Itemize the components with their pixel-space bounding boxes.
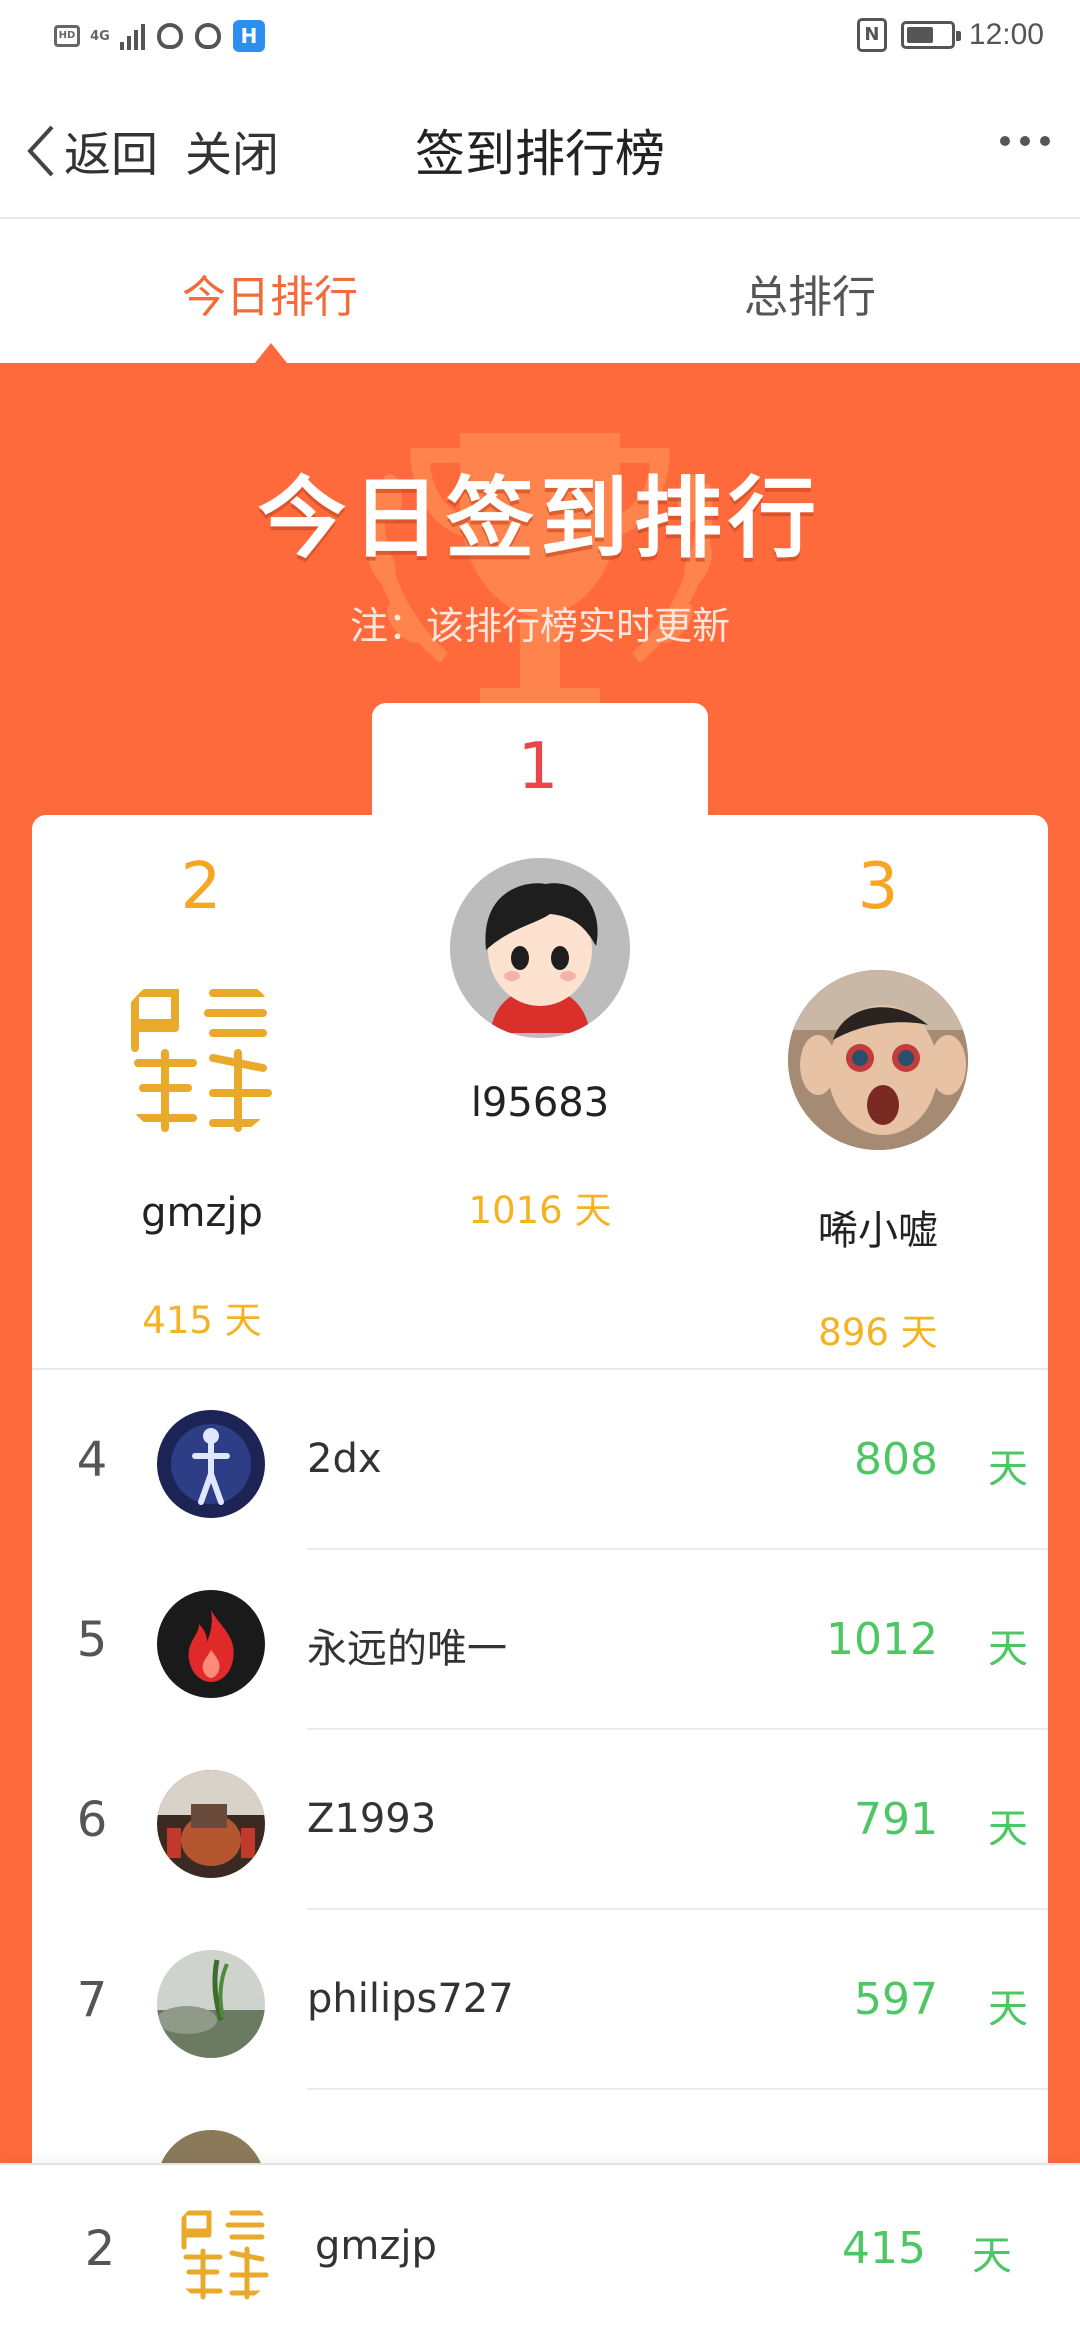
photo-avatar-icon xyxy=(788,970,968,1150)
avatar-rank-2[interactable] xyxy=(113,968,288,1143)
row-days: 808 xyxy=(854,1434,938,1485)
row-avatar[interactable] xyxy=(157,1590,265,1698)
row-days-unit: 天 xyxy=(988,1986,1028,2032)
seal-avatar-icon xyxy=(170,2197,278,2305)
my-days: 415 xyxy=(842,2223,926,2274)
rank-1-number: 1 xyxy=(517,730,559,804)
row-days: 791 xyxy=(854,1794,938,1845)
cartoon-avatar-icon xyxy=(450,858,630,1038)
notification-blue-app-icon: H xyxy=(233,20,265,52)
status-right: N 12:00 xyxy=(856,18,1044,52)
nfc-icon: N xyxy=(856,18,887,52)
row-days: 1012 xyxy=(826,1614,938,1665)
banner-title: 今日签到排行 xyxy=(257,467,822,570)
row-days-unit: 天 xyxy=(988,1446,1028,1492)
seal-avatar-icon xyxy=(113,968,288,1143)
my-rank-bar[interactable]: 2 gmzjp 415 天 xyxy=(0,2163,1080,2340)
row-rank: 4 xyxy=(76,1432,108,1488)
notification-app-icon xyxy=(195,23,221,49)
rank-3-name: 唏小嘘 xyxy=(818,1208,938,1254)
row-name: 2dx xyxy=(307,1436,382,1482)
avatar-rank-1[interactable] xyxy=(450,858,630,1038)
row-days-unit: 天 xyxy=(988,1806,1028,1852)
landscape-avatar-icon xyxy=(157,1950,265,2058)
rank-2-number: 2 xyxy=(180,850,222,924)
row-rank: 6 xyxy=(76,1792,108,1848)
my-rank-number: 2 xyxy=(84,2221,116,2277)
network-type-icon: 4G xyxy=(90,28,110,44)
battery-icon xyxy=(900,21,961,49)
row-rank: 5 xyxy=(76,1612,108,1668)
hd-icon: HD xyxy=(54,25,80,47)
rank-1-days: 1016 天 xyxy=(468,1189,612,1232)
clock: 12:00 xyxy=(968,18,1044,51)
row-days-unit: 天 xyxy=(988,1626,1028,1672)
flame-avatar-icon xyxy=(157,1590,265,1698)
page-title: 签到排行榜 xyxy=(415,125,665,183)
tab-today-ranking[interactable]: 今日排行 xyxy=(0,261,540,325)
tab-total-ranking[interactable]: 总排行 xyxy=(540,261,1080,325)
status-left: HD 4G H xyxy=(54,20,265,52)
row-name: philips727 xyxy=(307,1976,514,2022)
list-item[interactable]: 5 永远的唯一 1012 天 xyxy=(32,1550,1048,1730)
notification-app-icon xyxy=(157,23,183,49)
rank-1-name: l95683 xyxy=(470,1080,610,1126)
my-name: gmzjp xyxy=(315,2223,437,2269)
active-tab-indicator xyxy=(255,343,287,363)
avatar-rank-3[interactable] xyxy=(788,970,968,1150)
status-bar: HD 4G H N 12:00 xyxy=(0,0,1080,74)
row-rank: 7 xyxy=(76,1972,108,2028)
list-item[interactable]: 6 Z1993 791 天 xyxy=(32,1730,1048,1910)
list-item[interactable]: 4 2dx 808 天 xyxy=(32,1370,1048,1550)
rank-3-days: 896 天 xyxy=(818,1311,938,1354)
rank-2-days: 415 天 xyxy=(142,1299,262,1342)
row-avatar[interactable] xyxy=(157,1950,265,2058)
figure-avatar-icon xyxy=(157,1410,265,1518)
my-days-unit: 天 xyxy=(972,2233,1012,2279)
banner-note: 注：该排行榜实时更新 xyxy=(349,604,730,648)
row-days: 597 xyxy=(854,1974,938,2025)
row-name: 永远的唯一 xyxy=(307,1626,507,1672)
rank-2-name: gmzjp xyxy=(141,1190,263,1236)
my-avatar[interactable] xyxy=(170,2197,278,2305)
row-avatar[interactable] xyxy=(157,1770,265,1878)
tab-bar: 今日排行 总排行 xyxy=(0,219,1080,363)
nav-bar: 返回 关闭 签到排行榜 xyxy=(0,74,1080,219)
photo-avatar-icon xyxy=(157,1770,265,1878)
rank-3-number: 3 xyxy=(857,850,899,924)
ranking-list: 4 2dx 808 天 5 永远的唯一 1012 天 6 Z1993 791 天… xyxy=(32,1368,1048,2238)
more-menu-icon[interactable] xyxy=(1000,136,1050,146)
signal-icon xyxy=(120,22,145,50)
row-avatar[interactable] xyxy=(157,1410,265,1518)
list-item[interactable]: 7 philips727 597 天 xyxy=(32,1910,1048,2090)
row-name: Z1993 xyxy=(307,1796,437,1842)
